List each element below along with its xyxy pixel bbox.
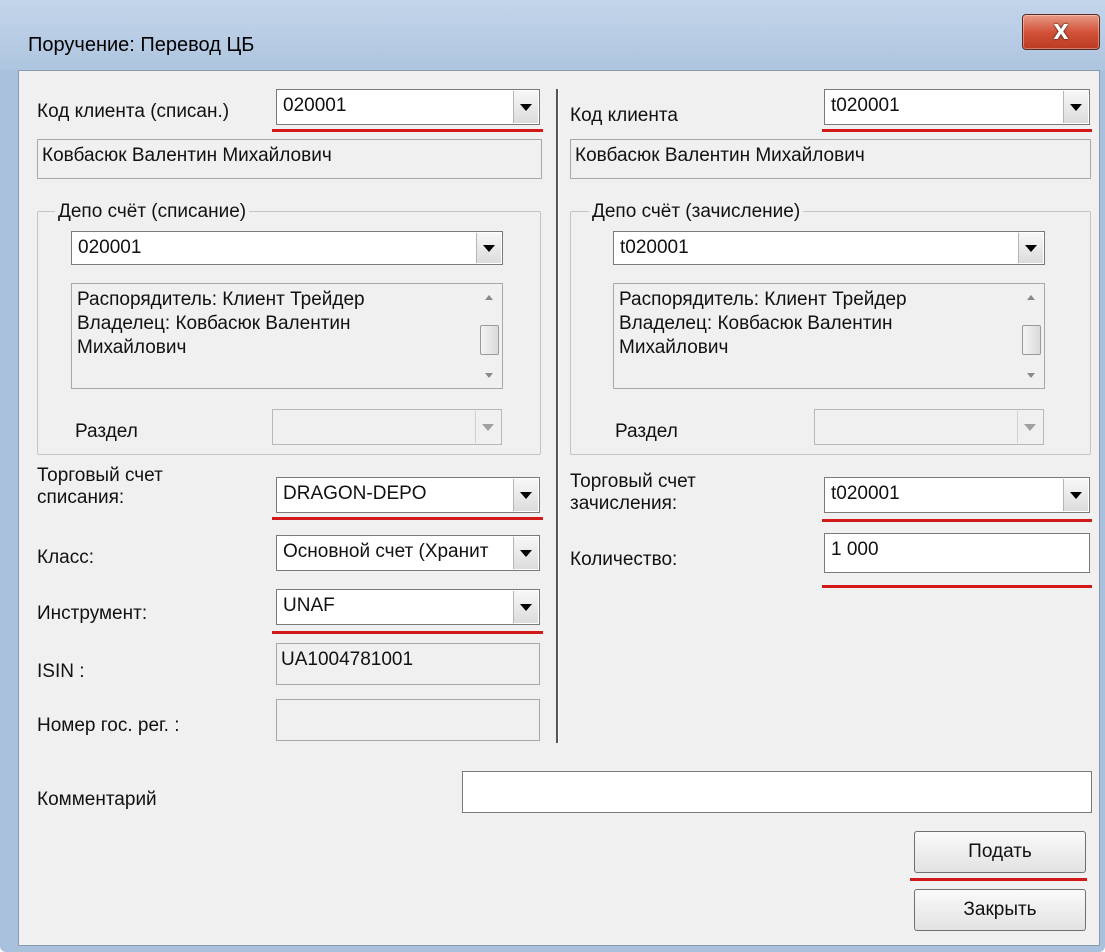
scroll-thumb[interactable] — [480, 325, 499, 355]
chevron-down-icon[interactable] — [1018, 233, 1043, 263]
right-depo-info-memo[interactable]: Распорядитель: Клиент Трейдер Владелец: … — [613, 283, 1045, 389]
chevron-down-icon[interactable] — [513, 91, 538, 123]
left-memo-scrollbar[interactable] — [477, 285, 501, 387]
left-instrument-combo[interactable]: UNAF — [276, 589, 540, 625]
right-client-name: Ковбасюк Валентин Михайлович — [575, 145, 865, 166]
chevron-down-icon[interactable] — [1063, 479, 1088, 511]
right-memo-scrollbar[interactable] — [1019, 285, 1043, 387]
scroll-up-icon[interactable] — [477, 287, 501, 307]
left-trade-account-combo[interactable]: DRAGON-DEPO — [276, 477, 540, 513]
highlight-underline — [910, 878, 1087, 881]
left-reg-field — [276, 699, 540, 741]
left-instrument-value: UNAF — [283, 595, 335, 616]
dialog-window: Поручение: Перевод ЦБ X Код клиента (спи… — [0, 0, 1105, 952]
chevron-down-icon[interactable] — [476, 233, 501, 263]
left-section-combo[interactable] — [272, 409, 502, 445]
highlight-underline — [822, 129, 1092, 132]
dialog-body: Код клиента (списан.) 020001 Ковбасюк Ва… — [18, 70, 1100, 946]
right-quantity-value: 1 000 — [831, 539, 879, 560]
chevron-down-icon[interactable] — [475, 411, 500, 443]
right-client-code-label: Код клиента — [570, 105, 678, 126]
left-class-label: Класс: — [37, 547, 94, 568]
right-section-combo[interactable] — [814, 409, 1044, 445]
right-depo-account-combo[interactable]: t020001 — [613, 231, 1045, 265]
submit-button[interactable]: Подать — [914, 831, 1086, 873]
left-depo-group-title: Депо счёт (списание) — [55, 201, 250, 223]
close-window-button[interactable]: X — [1022, 14, 1100, 50]
chevron-down-icon[interactable] — [1017, 411, 1042, 443]
left-isin-field: UA1004781001 — [276, 643, 540, 685]
left-client-code-value: 020001 — [283, 95, 347, 116]
right-client-name-field: Ковбасюк Валентин Михайлович — [570, 139, 1091, 179]
scroll-thumb[interactable] — [1022, 325, 1041, 355]
close-button[interactable]: Закрыть — [914, 889, 1086, 931]
window-title: Поручение: Перевод ЦБ — [28, 34, 255, 56]
highlight-underline — [822, 585, 1092, 588]
title-bar[interactable]: Поручение: Перевод ЦБ X — [0, 0, 1105, 70]
chevron-down-icon[interactable] — [513, 591, 538, 623]
right-client-code-value: t020001 — [831, 95, 900, 116]
left-client-code-label: Код клиента (списан.) — [37, 101, 230, 122]
left-trade-account-label: Торговый счет списания: — [37, 465, 163, 508]
highlight-underline — [822, 519, 1092, 522]
left-class-combo[interactable]: Основной счет (Хранит — [276, 535, 540, 571]
left-client-code-combo[interactable]: 020001 — [276, 89, 540, 125]
column-divider — [556, 89, 559, 743]
left-section-label: Раздел — [75, 421, 138, 442]
right-quantity-label: Количество: — [570, 549, 678, 570]
comment-label: Комментарий — [37, 789, 157, 810]
chevron-down-icon[interactable] — [513, 479, 538, 511]
left-depo-account-combo[interactable]: 020001 — [71, 231, 503, 265]
left-depo-info-memo[interactable]: Распорядитель: Клиент Трейдер Владелец: … — [71, 283, 503, 389]
left-depo-account-value: 020001 — [78, 237, 142, 258]
left-isin-value: UA1004781001 — [281, 649, 414, 670]
right-client-code-combo[interactable]: t020001 — [824, 89, 1090, 125]
left-reg-label: Номер гос. рег. : — [37, 715, 180, 736]
chevron-down-icon[interactable] — [1063, 91, 1088, 123]
highlight-underline — [272, 631, 543, 634]
close-button-label: Закрыть — [963, 899, 1037, 920]
right-depo-account-value: t020001 — [620, 237, 689, 258]
left-instrument-label: Инструмент: — [37, 603, 148, 624]
left-client-name-field: Ковбасюк Валентин Михайлович — [37, 139, 542, 179]
left-class-value: Основной счет (Хранит — [283, 541, 489, 562]
scroll-up-icon[interactable] — [1019, 287, 1043, 307]
highlight-underline — [272, 517, 543, 520]
right-depo-group-title: Депо счёт (зачисление) — [589, 201, 804, 223]
left-client-name: Ковбасюк Валентин Михайлович — [42, 145, 332, 166]
left-trade-account-value: DRAGON-DEPO — [283, 483, 427, 504]
close-icon: X — [1053, 20, 1069, 44]
right-depo-info-text: Распорядитель: Клиент Трейдер Владелец: … — [619, 289, 907, 358]
right-trade-account-value: t020001 — [831, 483, 900, 504]
right-trade-account-label: Торговый счет зачисления: — [570, 471, 696, 514]
highlight-underline — [272, 129, 543, 132]
submit-button-label: Подать — [968, 841, 1032, 862]
right-section-label: Раздел — [615, 421, 678, 442]
scroll-down-icon[interactable] — [477, 365, 501, 385]
right-trade-account-combo[interactable]: t020001 — [824, 477, 1090, 513]
comment-input[interactable] — [462, 771, 1092, 813]
quantity-input[interactable]: 1 000 — [824, 533, 1090, 573]
scroll-down-icon[interactable] — [1019, 365, 1043, 385]
left-isin-label: ISIN : — [37, 661, 85, 682]
left-depo-info-text: Распорядитель: Клиент Трейдер Владелец: … — [77, 289, 365, 358]
chevron-down-icon[interactable] — [513, 537, 538, 569]
